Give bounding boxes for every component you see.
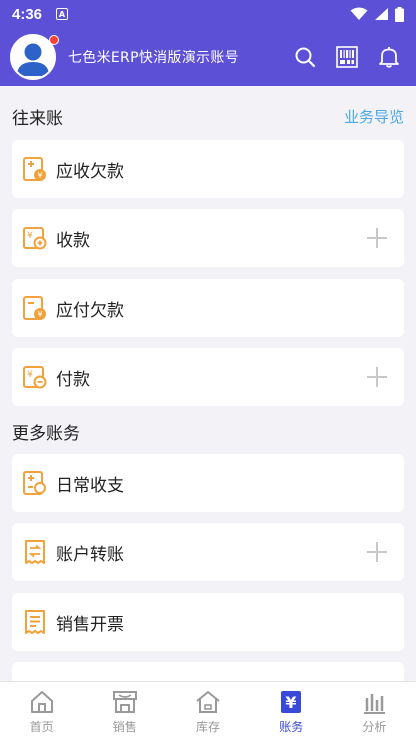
section-more: 更多账务 [0, 411, 416, 451]
payment-item[interactable]: ¥ 付款 [12, 348, 404, 406]
item-label: 收款 [56, 230, 90, 251]
account-title: 七色米ERP快消版演示账号 [68, 50, 239, 66]
section-contacts: 往来账 业务导览 [0, 96, 416, 136]
receivable-icon: ¥ [22, 156, 48, 182]
account-transfer-item[interactable]: 账户转账 [12, 523, 404, 581]
svg-text:¥: ¥ [27, 370, 33, 380]
tab-home[interactable]: 首页 [0, 682, 83, 741]
svg-text:¥: ¥ [37, 171, 42, 180]
tab-stock[interactable]: 库存 [166, 682, 249, 741]
user-avatar-icon [17, 43, 49, 76]
item-label: 应付欠款 [56, 300, 124, 321]
payment-icon: ¥ [22, 364, 48, 390]
tab-label: 分析 [362, 719, 387, 734]
notification-badge [49, 35, 59, 45]
bell-icon[interactable] [378, 46, 400, 68]
invoice-icon [22, 609, 48, 635]
section-title: 往来账 [12, 108, 63, 129]
payable-item[interactable]: ¥ 应付欠款 [12, 279, 404, 337]
item-label: 日常收支 [56, 475, 124, 496]
item-label: 账户转账 [56, 544, 124, 565]
item-label: 销售开票 [56, 614, 124, 635]
daily-ledger-icon [22, 470, 48, 496]
receipt-icon: ¥ [22, 225, 48, 251]
add-payment-icon[interactable] [366, 366, 388, 388]
receipt-item[interactable]: ¥ 收款 [12, 209, 404, 267]
search-icon[interactable] [294, 46, 316, 68]
signal-icon [375, 8, 388, 20]
status-bar: 4:36 A [0, 0, 416, 28]
item-label: 付款 [56, 369, 90, 390]
wifi-icon [350, 7, 368, 20]
svg-text:¥: ¥ [286, 693, 297, 712]
svg-text:¥: ¥ [37, 310, 42, 319]
home-icon [30, 690, 53, 713]
transfer-icon [22, 539, 48, 565]
bottom-tab-bar: 首页 销售 库存 ¥ 账务 分析 [0, 681, 416, 741]
bar-chart-icon [364, 693, 386, 714]
add-receipt-icon[interactable] [366, 227, 388, 249]
status-time: 4:36 [12, 5, 43, 23]
tab-label: 销售 [112, 719, 137, 734]
section-title: 更多账务 [12, 423, 80, 444]
tab-sales[interactable]: 销售 [83, 682, 166, 741]
item-label: 应收欠款 [56, 161, 124, 182]
qr-scan-icon[interactable] [336, 46, 358, 68]
daily-income-expense-item[interactable]: 日常收支 [12, 454, 404, 512]
tab-label: 首页 [29, 719, 54, 734]
receivable-item[interactable]: ¥ 应收欠款 [12, 140, 404, 198]
tab-label: 库存 [196, 719, 221, 734]
notification-icon: A [56, 8, 69, 20]
svg-text:¥: ¥ [27, 231, 33, 241]
sales-invoice-item[interactable]: 销售开票 [12, 593, 404, 651]
battery-icon [395, 6, 404, 22]
payable-icon: ¥ [22, 295, 48, 321]
add-transfer-icon[interactable] [366, 541, 388, 563]
business-guide-link[interactable]: 业务导览 [344, 106, 404, 127]
tab-label: 账务 [279, 719, 304, 734]
tab-accounts[interactable]: ¥ 账务 [250, 682, 333, 741]
app-header: 七色米ERP快消版演示账号 [0, 28, 416, 86]
store-icon [112, 690, 137, 713]
avatar[interactable] [10, 34, 59, 80]
warehouse-icon [196, 690, 220, 713]
tab-analysis[interactable]: 分析 [333, 682, 416, 741]
accounts-yen-icon: ¥ [281, 690, 302, 713]
